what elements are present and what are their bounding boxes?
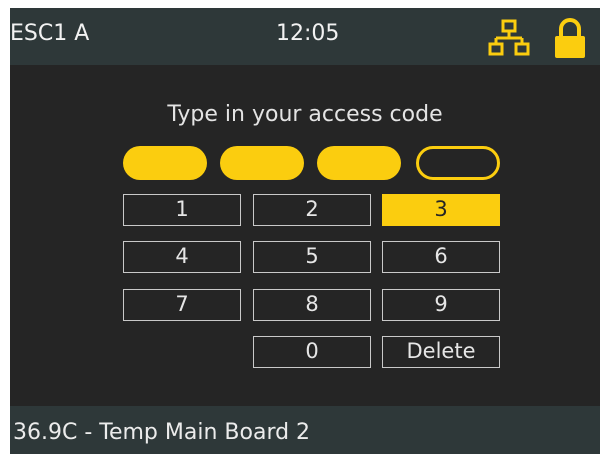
clock: 12:05: [276, 21, 340, 46]
code-slot-empty: [416, 146, 500, 180]
network-icon: [488, 19, 530, 56]
key-0[interactable]: 0: [253, 336, 371, 368]
key-6[interactable]: 6: [382, 241, 500, 273]
key-1[interactable]: 1: [123, 194, 241, 226]
lock-screen: ESC1 A 12:05 Type in your access code 1 …: [10, 8, 600, 454]
status-bar: 36.9C - Temp Main Board 2: [10, 406, 600, 454]
delete-button[interactable]: Delete: [382, 336, 500, 368]
key-3[interactable]: 3: [382, 194, 500, 226]
key-5[interactable]: 5: [253, 241, 371, 273]
key-2[interactable]: 2: [253, 194, 371, 226]
key-7[interactable]: 7: [123, 289, 241, 321]
access-code-prompt: Type in your access code: [167, 102, 443, 127]
top-bar: ESC1 A 12:05: [10, 8, 600, 65]
device-name: ESC1 A: [10, 21, 90, 46]
status-message: 36.9C - Temp Main Board 2: [13, 420, 311, 445]
code-slot-filled: [317, 146, 401, 180]
key-4[interactable]: 4: [123, 241, 241, 273]
code-slot-filled: [123, 146, 207, 180]
code-slot-filled: [220, 146, 304, 180]
lock-icon: [555, 18, 585, 58]
key-9[interactable]: 9: [382, 289, 500, 321]
key-8[interactable]: 8: [253, 289, 371, 321]
